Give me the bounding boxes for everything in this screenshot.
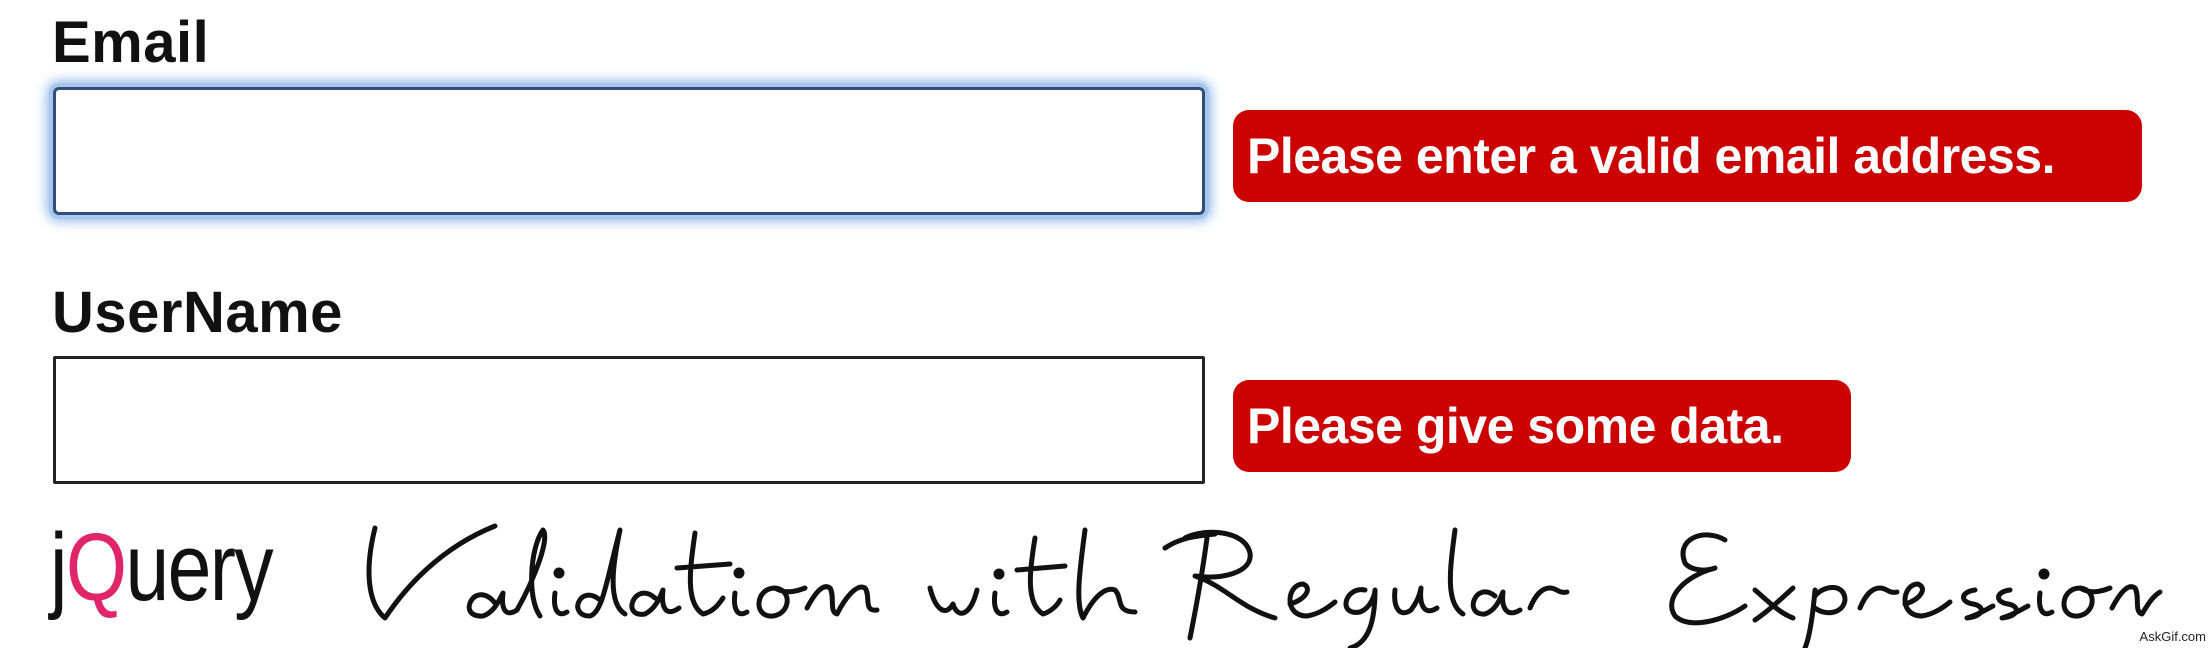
email-label: Email xyxy=(52,10,210,75)
jquery-logo-j: j xyxy=(50,514,68,621)
jquery-logo: jQuery xyxy=(50,520,274,616)
username-label: UserName xyxy=(52,280,343,345)
handwritten-caption-image xyxy=(366,523,2163,648)
jquery-logo-q: Q xyxy=(65,514,127,621)
username-field[interactable] xyxy=(53,356,1205,484)
watermark: AskGif.com xyxy=(2139,629,2206,644)
email-field[interactable] xyxy=(53,87,1205,215)
jquery-logo-rest: uery xyxy=(125,514,273,621)
username-error-message: Please give some data. xyxy=(1233,380,1851,472)
email-error-message: Please enter a valid email address. xyxy=(1233,110,2142,202)
caption-banner: jQuery xyxy=(50,520,2163,650)
